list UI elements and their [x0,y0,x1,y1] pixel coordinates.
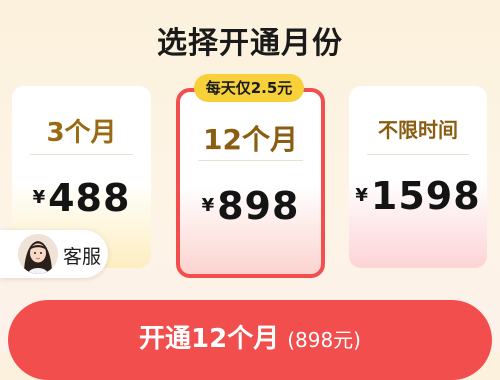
plan-price: ¥1598 [349,174,487,218]
plan-card-12-months[interactable]: 12个月 ¥898 [176,88,325,278]
subscribe-button-label: 开通12个月 [139,324,280,354]
plan-card-unlimited[interactable]: 不限时间 ¥1598 [349,86,487,268]
plan-name: 不限时间 [378,118,458,142]
plan-name: 12个月 [203,123,298,156]
plan-name: 3个月 [46,118,117,148]
plan-price: ¥488 [12,176,151,220]
plan-divider [30,154,133,155]
plan-price: ¥898 [180,184,321,228]
customer-service-avatar-icon [18,234,58,274]
customer-service-button[interactable]: 客服 [0,230,108,278]
page-title: 选择开通月份 [157,26,343,61]
currency-symbol: ¥ [201,195,215,216]
subscribe-button[interactable]: 开通12个月 (898元) [8,300,492,380]
customer-service-label: 客服 [63,246,102,268]
plan-divider [367,154,469,155]
currency-symbol: ¥ [355,185,368,206]
subscribe-button-price: (898元) [287,328,361,352]
price-amount: 488 [48,176,131,220]
currency-symbol: ¥ [32,187,46,208]
plan-divider [198,160,303,161]
price-amount: 1598 [370,174,481,218]
daily-price-badge: 每天仅2.5元 [194,74,304,102]
price-amount: 898 [217,184,300,228]
